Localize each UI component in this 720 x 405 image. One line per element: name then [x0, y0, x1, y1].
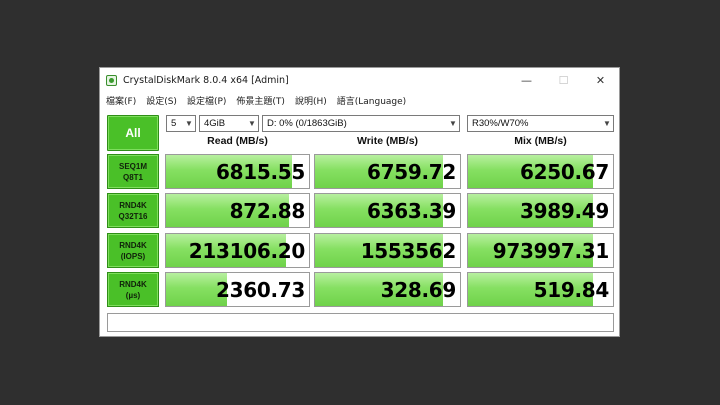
mix-ratio-select[interactable]: R30%/W70% ▼	[467, 115, 614, 132]
minimize-icon: —	[521, 73, 532, 87]
test-count-select[interactable]: 5 ▼	[166, 115, 196, 132]
minimize-button[interactable]: —	[508, 68, 545, 92]
comment-field[interactable]	[107, 313, 614, 332]
column-header-write: Write (MB/s)	[356, 135, 419, 147]
chevron-down-icon: ▼	[248, 119, 256, 128]
result-value: 6250.67	[520, 159, 609, 184]
result-cell-write: 6363.39	[314, 193, 461, 228]
result-cell-write: 6759.72	[314, 154, 461, 189]
chevron-down-icon: ▼	[185, 119, 193, 128]
result-cell-read: 6815.55	[165, 154, 310, 189]
test-name: RND4K	[119, 240, 147, 250]
result-cell-mix: 973997.31	[467, 233, 614, 268]
test-params: (µs)	[125, 290, 141, 300]
chevron-down-icon: ▼	[449, 119, 457, 128]
test-button-seq1m-q8t1[interactable]: SEQ1M Q8T1	[107, 154, 159, 189]
window-title: CrystalDiskMark 8.0.4 x64 [Admin]	[123, 74, 289, 86]
test-button-rnd4k-q32t16[interactable]: RND4K Q32T16	[107, 193, 159, 228]
column-header-mix: Mix (MB/s)	[514, 135, 567, 147]
all-button[interactable]: All	[107, 115, 159, 151]
title-bar[interactable]: CrystalDiskMark 8.0.4 x64 [Admin] — ☐ ✕	[100, 68, 619, 92]
app-icon	[106, 74, 117, 86]
result-cell-read: 872.88	[165, 193, 310, 228]
result-value: 6759.72	[367, 159, 456, 184]
result-cell-write: 1553562	[314, 233, 461, 268]
result-value: 213106.20	[188, 238, 306, 263]
result-value: 2360.73	[216, 277, 305, 302]
maximize-icon: ☐	[558, 73, 569, 87]
test-button-rnd4k-iops[interactable]: RND4K (IOPS)	[107, 233, 159, 268]
result-value: 973997.31	[492, 238, 610, 263]
result-value: 3989.49	[520, 198, 609, 223]
test-name: RND4K	[119, 200, 147, 210]
menu-bar: 檔案(F) 設定(S) 設定檔(P) 佈景主題(T) 說明(H) 語言(Lang…	[100, 92, 619, 109]
test-name: SEQ1M	[118, 161, 147, 171]
drive-select[interactable]: D: 0% (0/1863GiB) ▼	[262, 115, 460, 132]
column-header-read: Read (MB/s)	[207, 135, 268, 147]
menu-settings[interactable]: 設定(S)	[146, 94, 177, 107]
result-value: 6815.55	[216, 159, 305, 184]
result-cell-mix: 519.84	[467, 272, 614, 307]
close-icon: ✕	[595, 73, 606, 87]
close-button[interactable]: ✕	[582, 68, 619, 92]
result-value: 328.69	[380, 277, 457, 302]
chevron-down-icon: ▼	[603, 119, 611, 128]
mix-ratio-value: R30%/W70%	[472, 118, 529, 129]
test-button-rnd4k-latency[interactable]: RND4K (µs)	[107, 272, 159, 307]
app-window: CrystalDiskMark 8.0.4 x64 [Admin] — ☐ ✕ …	[99, 67, 620, 337]
test-params: (IOPS)	[120, 251, 146, 261]
test-count-value: 5	[171, 118, 177, 129]
result-value: 6363.39	[367, 198, 456, 223]
menu-file[interactable]: 檔案(F)	[106, 94, 136, 107]
result-cell-mix: 3989.49	[467, 193, 614, 228]
test-size-value: 4GiB	[204, 118, 226, 129]
test-params: Q8T1	[122, 172, 143, 182]
maximize-button: ☐	[545, 68, 582, 92]
drive-value: D: 0% (0/1863GiB)	[267, 118, 347, 129]
test-params: Q32T16	[118, 211, 148, 221]
test-name: RND4K	[119, 279, 147, 289]
menu-theme[interactable]: 佈景主題(T)	[236, 94, 285, 107]
menu-profile[interactable]: 設定檔(P)	[187, 94, 226, 107]
result-value: 1553562	[360, 238, 457, 263]
result-cell-read: 2360.73	[165, 272, 310, 307]
test-size-select[interactable]: 4GiB ▼	[199, 115, 259, 132]
result-value: 872.88	[229, 198, 306, 223]
result-cell-read: 213106.20	[165, 233, 310, 268]
menu-help[interactable]: 說明(H)	[295, 94, 327, 107]
result-cell-mix: 6250.67	[467, 154, 614, 189]
result-cell-write: 328.69	[314, 272, 461, 307]
menu-language[interactable]: 語言(Language)	[337, 94, 406, 107]
result-value: 519.84	[533, 277, 610, 302]
